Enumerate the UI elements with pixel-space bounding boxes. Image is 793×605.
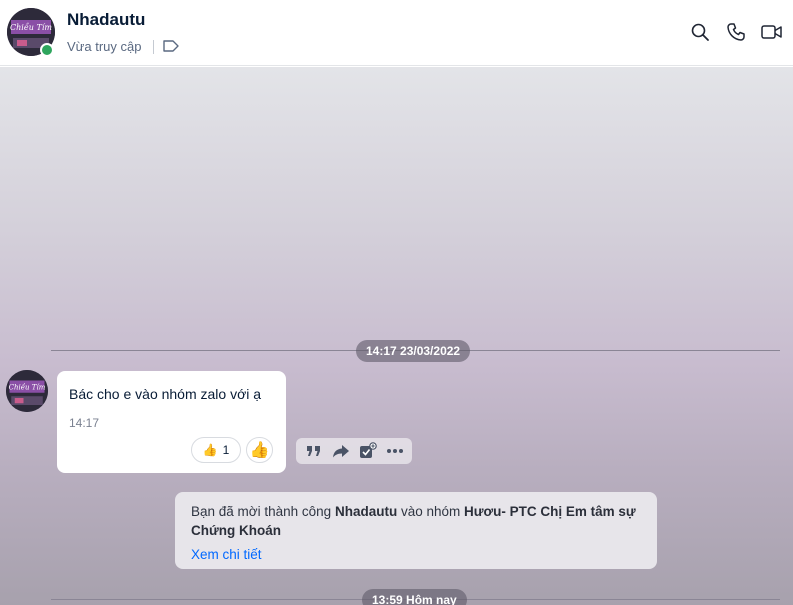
- forward-icon[interactable]: [330, 440, 352, 462]
- chat-header: Chiều Tím Nhadautu Vừa truy cập: [0, 0, 793, 66]
- notice-prefix: Bạn đã mời thành công: [191, 504, 335, 519]
- online-status-dot: [40, 43, 54, 57]
- view-details-link[interactable]: Xem chi tiết: [191, 547, 262, 562]
- status-divider: [153, 40, 154, 54]
- add-reaction-button[interactable]: 👍: [246, 437, 273, 463]
- reaction-count: 1: [222, 443, 230, 457]
- more-icon[interactable]: [384, 440, 406, 462]
- notice-middle: vào nhóm: [397, 504, 464, 519]
- quote-icon[interactable]: [303, 440, 325, 462]
- svg-text:Chiều Tím: Chiều Tím: [9, 382, 46, 391]
- message-text: Bác cho e vào nhóm zalo với ạ: [69, 386, 262, 402]
- like-reaction-icon: 👍: [202, 443, 218, 457]
- system-notice: Bạn đã mời thành công Nhadautu vào nhóm …: [175, 492, 657, 569]
- svg-text:Chiều Tím: Chiều Tím: [10, 23, 52, 32]
- date-separator: 14:17 23/03/2022: [356, 340, 471, 362]
- contact-name[interactable]: Nhadautu: [67, 10, 145, 30]
- notice-text: Bạn đã mời thành công Nhadautu vào nhóm …: [191, 502, 651, 540]
- search-icon[interactable]: [688, 20, 712, 44]
- sender-avatar[interactable]: Chiều Tím: [6, 370, 48, 412]
- date-separator: 13:59 Hôm nay: [362, 589, 467, 605]
- video-call-icon[interactable]: [760, 20, 784, 44]
- chat-area[interactable]: 14:17 23/03/2022 Chiều Tím Bác cho e vào…: [0, 67, 793, 605]
- message-actions-bar: [296, 438, 412, 464]
- tag-icon[interactable]: [162, 39, 180, 58]
- message-bubble[interactable]: Bác cho e vào nhóm zalo với ạ 14:17 👍 1 …: [57, 371, 286, 473]
- notice-contact: Nhadautu: [334, 504, 398, 519]
- message-time: 14:17: [69, 416, 100, 430]
- like-icon: 👍: [249, 442, 270, 459]
- contact-status: Vừa truy cập: [67, 39, 142, 54]
- reaction-summary[interactable]: 👍 1: [191, 437, 241, 463]
- phone-icon[interactable]: [724, 20, 748, 44]
- add-task-icon[interactable]: [357, 440, 379, 462]
